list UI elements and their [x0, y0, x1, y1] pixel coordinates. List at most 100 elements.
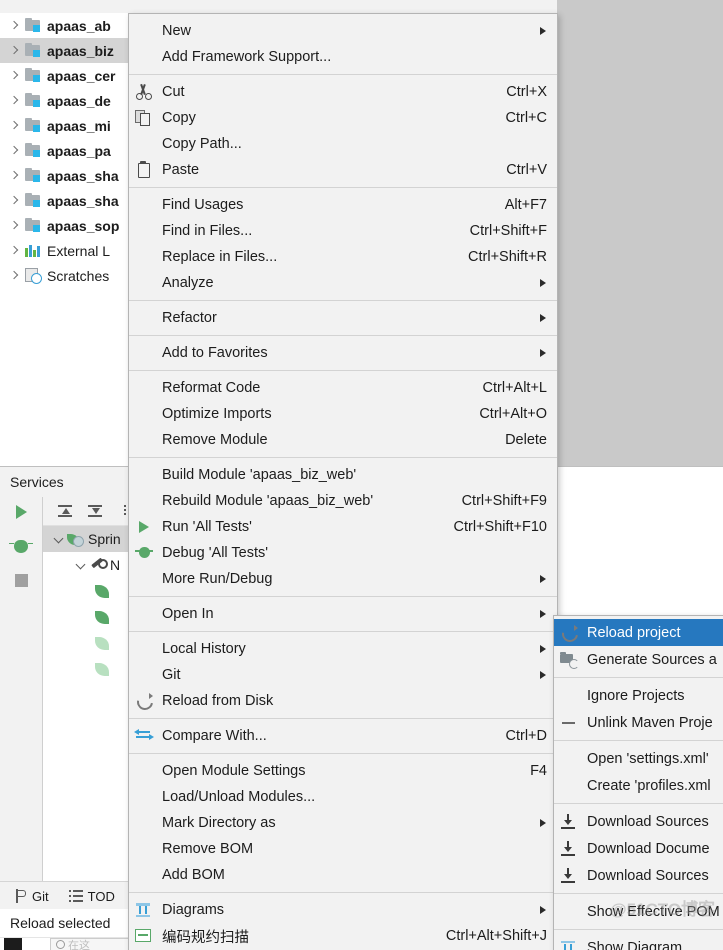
chevron-right-icon[interactable] [8, 244, 22, 258]
menu-item[interactable]: Open Module Settings F4 [129, 758, 557, 784]
menu-item[interactable]: Unlink Maven Proje [554, 709, 723, 736]
menu-item[interactable]: Remove BOM [129, 836, 557, 862]
status-item-todo[interactable]: TOD [68, 889, 115, 904]
module-folder-icon [25, 218, 42, 233]
menu-item[interactable]: Open In [129, 601, 557, 627]
menu-item[interactable]: More Run/Debug [129, 566, 557, 592]
menu-item[interactable]: Download Sources [554, 862, 723, 889]
menu-item[interactable]: New [129, 18, 557, 44]
menu-item-label: Download Sources [587, 867, 709, 884]
menu-item-icon-slot [134, 196, 154, 214]
stop-button[interactable] [10, 569, 32, 591]
menu-item-label: Remove Module [162, 432, 268, 448]
chevron-right-icon[interactable] [8, 194, 22, 208]
module-folder-icon [25, 68, 42, 83]
menu-separator [129, 892, 557, 893]
menu-item-icon-slot [134, 309, 154, 327]
menu-item[interactable]: Add BOM [129, 862, 557, 888]
chevron-right-icon[interactable] [8, 94, 22, 108]
menu-item-icon-slot [134, 48, 154, 66]
menu-item[interactable]: Download Docume [554, 835, 723, 862]
menu-item[interactable]: Open 'settings.xml' [554, 745, 723, 772]
chevron-right-icon[interactable] [8, 169, 22, 183]
menu-item[interactable]: Rebuild Module 'apaas_biz_web' Ctrl+Shift… [129, 488, 557, 514]
menu-separator [129, 631, 557, 632]
menu-item-icon-slot [134, 274, 154, 292]
menu-item[interactable]: Diagrams [129, 897, 557, 923]
menu-item[interactable]: Reload from Disk [129, 688, 557, 714]
run-button[interactable] [10, 501, 32, 523]
menu-item[interactable]: Load/Unload Modules... [129, 784, 557, 810]
chevron-right-icon[interactable] [8, 219, 22, 233]
menu-item-label: Add BOM [162, 867, 225, 883]
paste-icon [134, 161, 154, 179]
menu-item[interactable]: Find in Files... Ctrl+Shift+F [129, 218, 557, 244]
menu-item[interactable]: Download Sources [554, 808, 723, 835]
menu-item[interactable]: Paste Ctrl+V [129, 157, 557, 183]
chevron-right-icon[interactable] [8, 69, 22, 83]
menu-item[interactable]: Generate Sources a [554, 646, 723, 673]
menu-item[interactable]: Refactor [129, 305, 557, 331]
menu-item[interactable]: Compare With... Ctrl+D [129, 723, 557, 749]
menu-item-label: Load/Unload Modules... [162, 789, 316, 805]
menu-item-icon-slot [134, 570, 154, 588]
menu-item-icon-slot [134, 788, 154, 806]
chevron-right-icon[interactable] [8, 119, 22, 133]
menu-item-icon-slot [134, 222, 154, 240]
menu-item[interactable]: Optimize Imports Ctrl+Alt+O [129, 401, 557, 427]
menu-item-label: Debug 'All Tests' [162, 545, 269, 561]
chevron-down-icon[interactable] [73, 557, 89, 573]
collapse-all-icon[interactable] [87, 503, 103, 519]
menu-item[interactable]: Reload project [554, 619, 723, 646]
context-menu[interactable]: New Add Framework Support... Cut Ctrl+X Copy… [128, 13, 558, 950]
menu-item[interactable]: Copy Path... [129, 131, 557, 157]
debug-button[interactable] [9, 535, 33, 557]
submenu-arrow-icon [533, 572, 547, 586]
menu-item[interactable]: Show Effective POM [554, 898, 723, 925]
chevron-down-icon[interactable] [51, 531, 67, 547]
menu-item[interactable]: Replace in Files... Ctrl+Shift+R [129, 244, 557, 270]
download-icon [559, 813, 579, 831]
menu-item-shortcut: Alt+F7 [504, 197, 547, 213]
chevron-right-icon[interactable] [8, 144, 22, 158]
menu-item[interactable]: Show Diagram... [554, 934, 723, 950]
spring-leaf-icon-faded [95, 636, 109, 650]
menu-item[interactable]: Find Usages Alt+F7 [129, 192, 557, 218]
spring-leaf-icon-faded [95, 662, 109, 676]
menu-item[interactable]: Build Module 'apaas_biz_web' [129, 462, 557, 488]
menu-item[interactable]: Analyze [129, 270, 557, 296]
menu-item[interactable]: Run 'All Tests' Ctrl+Shift+F10 [129, 514, 557, 540]
menu-item-icon-slot [559, 903, 579, 921]
menu-separator [554, 929, 723, 930]
expand-all-icon[interactable] [57, 503, 73, 519]
menu-item[interactable]: Reformat Code Ctrl+Alt+L [129, 375, 557, 401]
menu-item[interactable]: Remove Module Delete [129, 427, 557, 453]
maven-submenu[interactable]: Reload project Generate Sources a Ignore P… [553, 615, 723, 950]
menu-item-label: Open 'settings.xml' [587, 750, 709, 767]
menu-item[interactable]: Add to Favorites [129, 340, 557, 366]
menu-item-icon-slot [134, 666, 154, 684]
download-icon [559, 840, 579, 858]
start-button[interactable] [4, 938, 22, 950]
menu-item[interactable]: Cut Ctrl+X [129, 79, 557, 105]
menu-item[interactable]: Copy Ctrl+C [129, 105, 557, 131]
menu-item[interactable]: Create 'profiles.xml [554, 772, 723, 799]
menu-item[interactable]: Local History [129, 636, 557, 662]
spring-leaf-icon [95, 610, 109, 624]
menu-item[interactable]: Mark Directory as [129, 810, 557, 836]
menu-item[interactable]: Git [129, 662, 557, 688]
menu-item-shortcut: Ctrl+Alt+L [482, 380, 547, 396]
chevron-right-icon[interactable] [8, 19, 22, 33]
status-item-git[interactable]: Git [14, 889, 49, 904]
menu-item-label: 编码规约扫描 [162, 929, 249, 946]
menu-item-shortcut: F4 [530, 763, 547, 779]
menu-item[interactable]: 编码规约扫描 Ctrl+Alt+Shift+J [129, 923, 557, 949]
menu-item[interactable]: Debug 'All Tests' [129, 540, 557, 566]
ide-window: apaas_ab apaas_biz apaas_cer apaas_de apaas_… [0, 0, 723, 950]
menu-item[interactable]: Add Framework Support... [129, 44, 557, 70]
tree-item-label: Scratches [47, 267, 110, 284]
chevron-right-icon[interactable] [8, 44, 22, 58]
scan-icon [134, 927, 154, 945]
menu-item[interactable]: Ignore Projects [554, 682, 723, 709]
chevron-right-icon[interactable] [8, 269, 22, 283]
